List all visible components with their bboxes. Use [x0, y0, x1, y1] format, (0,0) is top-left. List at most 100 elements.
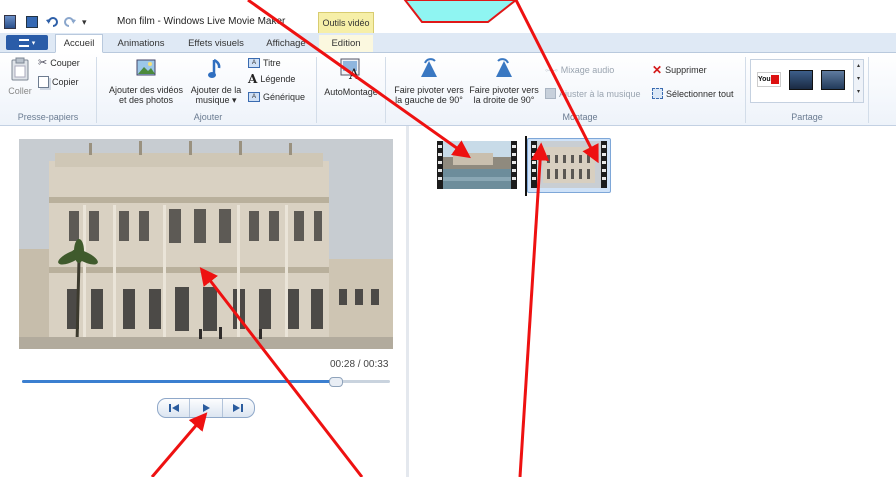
audio-mix-label: Mixage audio [560, 65, 615, 75]
automontage-icon: A [340, 58, 360, 83]
previous-frame-icon [168, 404, 179, 412]
seek-thumb[interactable] [329, 377, 343, 387]
automontage-label: AutoMontage [324, 87, 378, 97]
copy-label: Copier [52, 77, 79, 87]
credits-icon: A [248, 92, 260, 102]
paste-label: Coller [8, 86, 32, 96]
automontage-button[interactable]: A AutoMontage [320, 57, 382, 97]
clip-thumbnail-2 [537, 141, 601, 188]
group-separator [385, 57, 386, 123]
fit-music-icon [545, 88, 556, 99]
delete-icon: ✕ [652, 63, 663, 77]
playhead-indicator[interactable] [525, 136, 527, 196]
title-icon: A [248, 58, 260, 68]
fit-to-music-button[interactable]: Ajuster à la musique [545, 88, 641, 99]
title-label: Titre [263, 58, 281, 68]
rotate-left-icon [421, 58, 437, 77]
rotate-left-button[interactable]: Faire pivoter vers la gauche de 90° [392, 57, 466, 105]
rotate-right-label-1: Faire pivoter vers [469, 85, 539, 95]
chevron-down-icon[interactable]: ▾ [854, 73, 863, 86]
music-note-icon [208, 58, 221, 78]
video-preview[interactable] [19, 139, 393, 349]
clipboard-icon [11, 57, 29, 81]
rotate-right-label-2: la droite de 90° [473, 95, 535, 105]
tab-visual-effects[interactable]: Effets visuels [180, 35, 252, 52]
select-all-icon [652, 88, 663, 99]
group-add-label: Ajouter [193, 112, 223, 122]
storyboard-clip-1[interactable] [437, 141, 517, 189]
copy-icon [38, 76, 49, 88]
fit-music-label: Ajuster à la musique [559, 88, 641, 99]
next-frame-button[interactable] [223, 399, 254, 417]
rotate-left-label-2: la gauche de 90° [395, 95, 463, 105]
seek-bar-progress [22, 380, 335, 383]
scissors-icon: ✂ [38, 57, 48, 69]
undo-icon[interactable] [46, 16, 58, 28]
add-music-label-1: Ajouter de la [190, 85, 242, 95]
play-button[interactable] [190, 399, 223, 417]
group-clipboard-label: Presse-papiers [17, 112, 79, 122]
audio-mix-button[interactable]: ◦─◦ Mixage audio [545, 65, 614, 75]
delete-label: Supprimer [665, 65, 707, 75]
tab-edit[interactable]: Edition [319, 35, 373, 52]
rotate-right-button[interactable]: Faire pivoter vers la droite de 90° [467, 57, 541, 105]
rotate-left-label-1: Faire pivoter vers [394, 85, 464, 95]
delete-button[interactable]: ✕ Supprimer [652, 63, 707, 77]
select-all-label: Sélectionner tout [666, 88, 734, 99]
quick-access-toolbar: ▾ [4, 15, 87, 29]
add-videos-label-2: et des photos [118, 95, 174, 105]
paste-button[interactable]: Coller [6, 57, 34, 96]
filmstrip-edge [601, 141, 607, 188]
share-gallery: You [750, 59, 854, 103]
group-separator [745, 57, 746, 123]
youtube-label: You [758, 76, 771, 83]
customize-toolbar-icon[interactable]: ▾ [82, 17, 87, 28]
video-tools-header: Outils vidéo [318, 12, 374, 33]
youtube-share-button[interactable]: You [757, 72, 781, 87]
copy-button[interactable]: Copier [38, 76, 79, 88]
next-frame-icon [233, 404, 244, 412]
cut-button[interactable]: ✂ Couper [38, 57, 80, 69]
tab-home[interactable]: Accueil [55, 34, 103, 53]
group-separator [96, 57, 97, 123]
ribbon: Coller ✂ Couper Copier Presse-papiers Aj… [0, 53, 896, 126]
tab-animations[interactable]: Animations [108, 35, 174, 52]
playback-time: 00:28 / 00:33 [330, 359, 389, 370]
chevron-down-icon: ▾ [31, 39, 36, 47]
add-music-button[interactable]: Ajouter de la musique ▾ [188, 57, 244, 105]
add-videos-photos-button[interactable]: Ajouter des vidéos et des photos [104, 57, 188, 105]
gallery-scroll[interactable]: ▴ ▾ ▾ [853, 59, 864, 103]
youtube-tube-icon [770, 74, 779, 84]
play-icon [202, 404, 210, 412]
add-caption-button[interactable]: A Légende [248, 72, 296, 86]
redo-icon[interactable] [64, 16, 76, 28]
select-all-button[interactable]: Sélectionner tout [652, 88, 734, 99]
storyboard-clip-2[interactable] [531, 141, 607, 188]
add-credits-button[interactable]: A Générique [248, 92, 305, 102]
window-title: Mon film - Windows Live Movie Maker [117, 16, 286, 27]
group-separator [316, 57, 317, 123]
filmstrip-edge [511, 141, 517, 189]
add-title-button[interactable]: A Titre [248, 58, 281, 68]
monitor-share-button-1[interactable] [789, 70, 813, 90]
rotate-right-icon [496, 58, 512, 77]
group-share-label: Partage [791, 112, 823, 122]
monitor-share-button-2[interactable] [821, 70, 845, 90]
menu-icon [18, 38, 29, 47]
previous-frame-button[interactable] [158, 399, 191, 417]
file-menu-button[interactable]: ▾ [6, 35, 48, 50]
group-editing-label: Montage [562, 112, 598, 122]
caption-label: Légende [260, 74, 296, 84]
tab-view[interactable]: Affichage [256, 35, 316, 52]
credits-label: Générique [263, 92, 306, 102]
playback-controls [157, 398, 255, 418]
chevron-up-icon[interactable]: ▴ [854, 60, 863, 73]
svg-text:A: A [348, 67, 360, 81]
cut-label: Couper [50, 58, 80, 68]
app-menu-icon[interactable] [4, 15, 16, 29]
more-icon[interactable]: ▾ [854, 86, 863, 99]
group-separator [868, 57, 869, 123]
save-icon[interactable] [26, 16, 38, 28]
add-videos-label-1: Ajouter des vidéos [108, 85, 184, 95]
caption-icon: A [248, 72, 258, 86]
